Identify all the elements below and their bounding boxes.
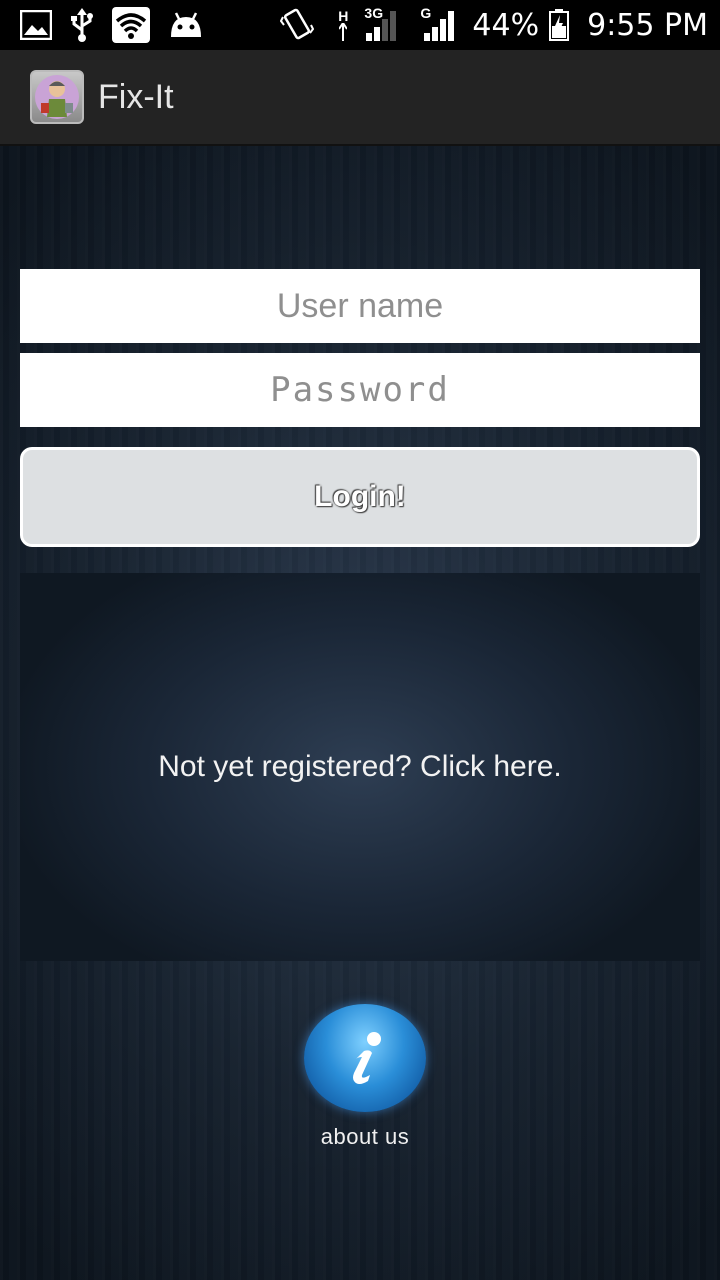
about-us-label: about us <box>320 1124 410 1149</box>
usb-icon <box>70 8 94 42</box>
about-us-button[interactable]: about us <box>290 1004 440 1164</box>
info-icon[interactable] <box>304 1004 426 1112</box>
login-screen: Login! Not yet registered? Click here. a… <box>0 146 720 1280</box>
app-title: Fix-It <box>98 77 174 116</box>
vibrate-icon <box>280 7 315 43</box>
action-bar: Fix-It <box>0 50 720 146</box>
gallery-icon <box>20 10 52 40</box>
password-field[interactable] <box>20 353 700 427</box>
status-bar: H 3G G 44% 9:55 PM <box>0 0 720 50</box>
login-button[interactable]: Login! <box>20 447 700 547</box>
username-field[interactable] <box>20 269 700 343</box>
register-link[interactable]: Not yet registered? Click here. <box>158 750 562 784</box>
app-logo-icon[interactable] <box>30 70 84 124</box>
android-icon <box>168 11 204 39</box>
signal-h-icon: H <box>338 9 348 41</box>
signal-g-icon: G <box>420 5 456 41</box>
register-link-panel[interactable]: Not yet registered? Click here. <box>20 573 700 961</box>
signal-3g-icon: 3G <box>364 5 398 41</box>
clock: 9:55 PM <box>587 7 708 43</box>
wifi-icon <box>112 7 150 43</box>
battery-icon <box>549 9 570 41</box>
battery-percent: 44% <box>472 7 540 43</box>
